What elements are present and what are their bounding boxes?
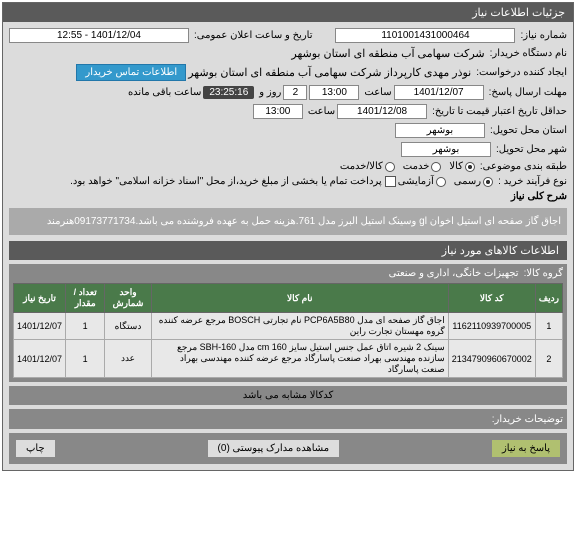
process-radio-group: رسمی آزمایشی <box>398 176 493 187</box>
radio-goods[interactable]: کالا <box>449 161 475 172</box>
need-no-value: 1101001431000464 <box>335 28 515 43</box>
cell-unit: دستگاه <box>105 313 151 340</box>
th-code: کد کالا <box>448 284 535 313</box>
radio-official[interactable]: رسمی <box>454 176 493 187</box>
deadline-hour: 13:00 <box>309 85 359 100</box>
row-group: گروه کالا: تجهیزات خانگی، اداری و صنعتی <box>13 268 563 279</box>
attachments-button[interactable]: مشاهده مدارک پیوستی (0) <box>207 439 341 458</box>
group-value: تجهیزات خانگی، اداری و صنعتی <box>389 268 519 279</box>
similar-note: کدکالا مشابه می باشد <box>9 386 567 405</box>
th-row: ردیف <box>535 284 562 313</box>
items-table: ردیف کد کالا نام کالا واحد شمارش تعداد /… <box>13 283 563 378</box>
cell-name: اجاق گاز صفحه ای مدل PCP6A5B80 نام تجارت… <box>151 313 448 340</box>
remain-label: ساعت باقی مانده <box>128 87 201 98</box>
valid-hour: 13:00 <box>253 104 303 119</box>
items-section-header: اطلاعات کالاهای مورد نیاز <box>9 241 567 260</box>
table-row[interactable]: 2 2134790960670002 سینک 2 شیره اتاق عمل … <box>14 340 563 378</box>
th-qty: تعداد / مقدار <box>66 284 105 313</box>
city-value: بوشهر <box>401 142 491 157</box>
row-deadline: مهلت ارسال پاسخ: 1401/12/07 ساعت 13:00 2… <box>9 85 567 100</box>
row-city: شهر محل تحویل: بوشهر <box>9 142 567 157</box>
row-state: استان محل تحویل: بوشهر <box>9 123 567 138</box>
radio-dot-icon <box>385 162 395 172</box>
footer-actions: پاسخ به نیاز مشاهده مدارک پیوستی (0) چاپ <box>9 433 567 464</box>
panel-title: جزئیات اطلاعات نیاز <box>3 3 573 22</box>
reply-button[interactable]: پاسخ به نیاز <box>491 439 561 458</box>
print-button[interactable]: چاپ <box>15 439 56 458</box>
cell-code: 2134790960670002 <box>448 340 535 378</box>
cell-qty: 1 <box>66 313 105 340</box>
countdown-timer: 23:25:16 <box>203 86 254 99</box>
contact-buyer-button[interactable]: اطلاعات تماس خریدار <box>76 64 186 81</box>
buyer-notes-label: توضیحات خریدار: <box>492 414 563 425</box>
process-label: نوع فرآیند خرید : <box>498 176 567 187</box>
state-label: استان محل تحویل: <box>490 125 567 136</box>
cell-date: 1401/12/07 <box>14 313 66 340</box>
hour-label-1: ساعت <box>364 87 391 98</box>
description-box: اجاق گاز صفحه ای استیل اخوان gl وسینک اس… <box>9 208 567 235</box>
main-panel: جزئیات اطلاعات نیاز شماره نیاز: 11010014… <box>2 2 574 471</box>
valid-label: حداقل تاریخ اعتبار قیمت تا تاریخ: <box>432 106 567 117</box>
group-label: گروه کالا: <box>524 268 563 279</box>
radio-service[interactable]: خدمت <box>403 161 442 172</box>
row-process: نوع فرآیند خرید : رسمی آزمایشی پرداخت تم… <box>9 176 567 187</box>
treasury-checkbox-row[interactable]: پرداخت تمام یا بخشی از مبلغ خرید،از محل … <box>70 176 396 187</box>
table-header-row: ردیف کد کالا نام کالا واحد شمارش تعداد /… <box>14 284 563 313</box>
cell-n: 2 <box>535 340 562 378</box>
buyer-notes-section: توضیحات خریدار: <box>9 409 567 429</box>
radio-dot-icon <box>431 162 441 172</box>
deadline-date: 1401/12/07 <box>394 85 484 100</box>
need-no-label: شماره نیاز: <box>520 30 567 41</box>
cell-qty: 1 <box>66 340 105 378</box>
cell-date: 1401/12/07 <box>14 340 66 378</box>
creator-value: نوذر مهدی کارپرداز شرکت سهامی آب منطقه ا… <box>188 66 471 79</box>
hour-label-2: ساعت <box>308 106 335 117</box>
city-label: شهر محل تحویل: <box>496 144 567 155</box>
radio-trial[interactable]: آزمایشی <box>398 176 446 187</box>
category-radio-group: کالا خدمت کالا/خدمت <box>340 161 475 172</box>
panel-body: شماره نیاز: 1101001431000464 تاریخ و ساع… <box>3 22 573 470</box>
row-need-announce: شماره نیاز: 1101001431000464 تاریخ و ساع… <box>9 28 567 43</box>
announce-value: 1401/12/04 - 12:55 <box>9 28 189 43</box>
row-desc-label: شرح کلی نیاز <box>9 191 567 202</box>
state-value: بوشهر <box>395 123 485 138</box>
radio-dot-icon <box>483 177 493 187</box>
items-section: گروه کالا: تجهیزات خانگی، اداری و صنعتی … <box>9 264 567 382</box>
buyer-value: شرکت سهامی آب منطقه ای استان بوشهر <box>291 47 484 60</box>
cell-name: سینک 2 شیره اتاق عمل جنس استیل سایز cm 1… <box>151 340 448 378</box>
deadline-label: مهلت ارسال پاسخ: <box>489 87 567 98</box>
buyer-label: نام دستگاه خریدار: <box>490 48 567 59</box>
th-date: تاریخ نیاز <box>14 284 66 313</box>
row-validity: حداقل تاریخ اعتبار قیمت تا تاریخ: 1401/1… <box>9 104 567 119</box>
valid-date: 1401/12/08 <box>337 104 427 119</box>
radio-dot-icon <box>465 162 475 172</box>
cell-n: 1 <box>535 313 562 340</box>
row-category: طبقه بندی موضوعی: کالا خدمت کالا/خدمت <box>9 161 567 172</box>
checkbox-icon <box>385 176 396 187</box>
cell-code: 1162110939700005 <box>448 313 535 340</box>
radio-both[interactable]: کالا/خدمت <box>340 161 395 172</box>
th-name: نام کالا <box>151 284 448 313</box>
category-label: طبقه بندی موضوعی: <box>480 161 567 172</box>
th-unit: واحد شمارش <box>105 284 151 313</box>
table-row[interactable]: 1 1162110939700005 اجاق گاز صفحه ای مدل … <box>14 313 563 340</box>
announce-label: تاریخ و ساعت اعلان عمومی: <box>194 30 313 41</box>
day-label: روز و <box>259 87 281 98</box>
row-buyer: نام دستگاه خریدار: شرکت سهامی آب منطقه ا… <box>9 47 567 60</box>
desc-label: شرح کلی نیاز <box>511 191 567 202</box>
days-remaining: 2 <box>283 85 307 100</box>
cell-unit: عدد <box>105 340 151 378</box>
radio-dot-icon <box>436 177 446 187</box>
creator-label: ایجاد کننده درخواست: <box>476 67 567 78</box>
row-creator: ایجاد کننده درخواست: نوذر مهدی کارپرداز … <box>9 64 567 81</box>
